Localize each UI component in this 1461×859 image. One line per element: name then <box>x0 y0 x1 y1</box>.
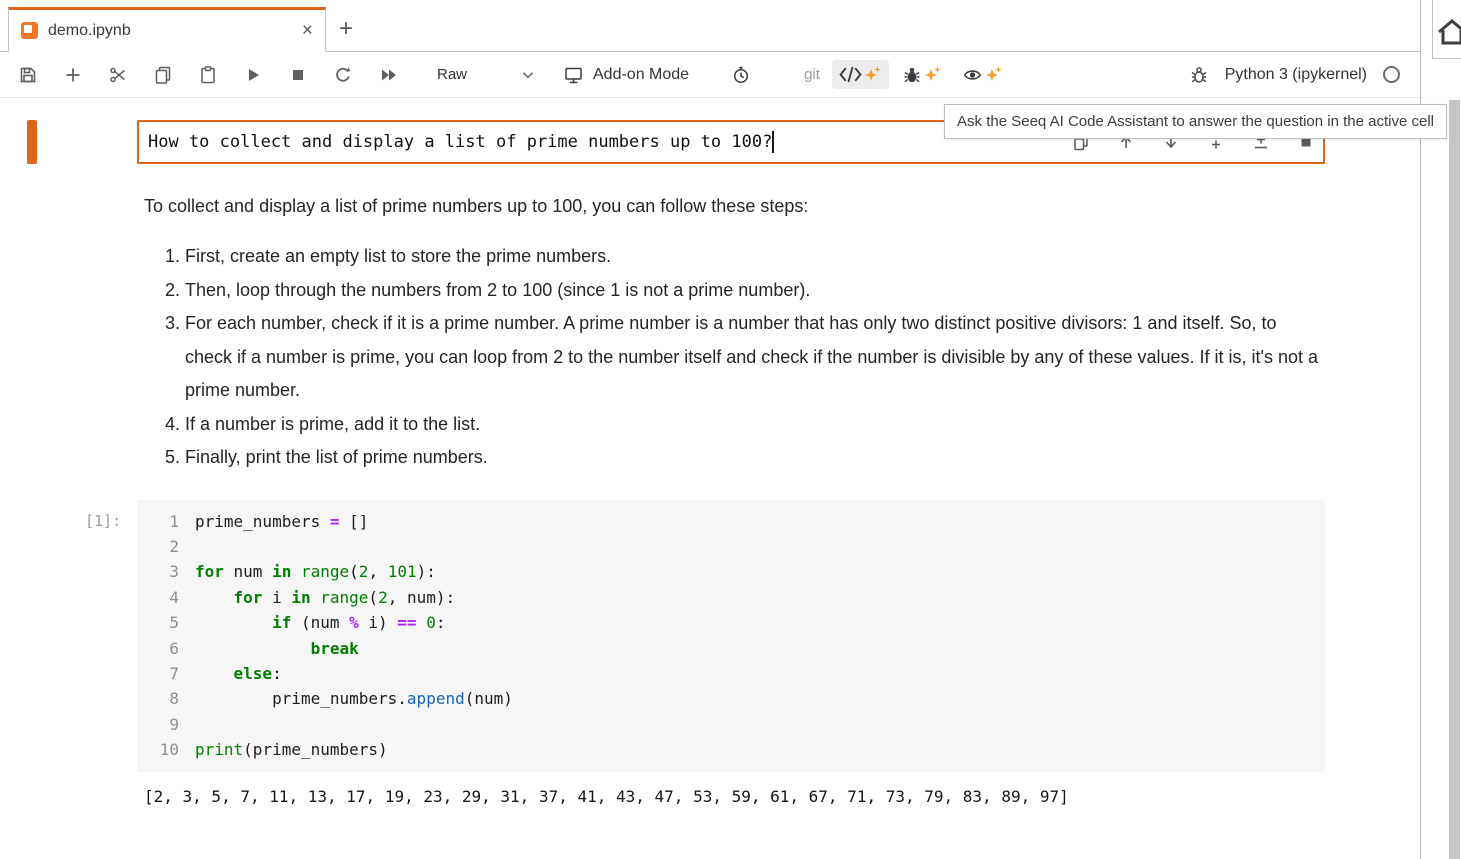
sparkle-icon <box>984 65 1003 83</box>
active-cell-text: How to collect and display a list of pri… <box>148 132 772 152</box>
code-cell-editor[interactable]: 1prime_numbers = []2 3for num in range(2… <box>137 500 1325 772</box>
collapsed-panel-button[interactable] <box>1432 0 1461 59</box>
notebook-file-icon <box>21 22 38 39</box>
new-tab-button[interactable]: + <box>326 7 366 51</box>
cell-type-dropdown[interactable]: Raw <box>427 60 543 90</box>
line-number: 2 <box>137 534 195 559</box>
line-number: 7 <box>137 661 195 686</box>
bug-icon <box>902 65 922 85</box>
md-step: If a number is prime, add it to the list… <box>185 408 1325 442</box>
md-step: For each number, check if it is a prime … <box>185 307 1325 408</box>
tab-bar: demo.ipynb × + <box>0 0 1420 52</box>
md-steps-list: First, create an empty list to store the… <box>144 240 1325 475</box>
code-line: 4 for i in range(2, num): <box>137 585 1325 610</box>
kernel-status-icon[interactable] <box>1383 66 1400 83</box>
ai-assistant-tooltip: Ask the Seeq AI Code Assistant to answer… <box>944 104 1447 139</box>
code-output: [2, 3, 5, 7, 11, 13, 17, 19, 23, 29, 31,… <box>144 787 1325 806</box>
cell-type-value: Raw <box>437 66 467 83</box>
code-line: 2 <box>137 534 1325 559</box>
text-cursor <box>772 131 774 153</box>
md-step: Finally, print the list of prime numbers… <box>185 441 1325 475</box>
code-line: 10print(prime_numbers) <box>137 737 1325 762</box>
code-line: 5 if (num % i) == 0: <box>137 610 1325 635</box>
ai-explain-button[interactable] <box>955 60 1010 90</box>
restart-run-all-icon[interactable] <box>376 63 400 87</box>
eye-icon <box>962 65 983 85</box>
paste-icon[interactable] <box>196 63 220 87</box>
ai-debug-button[interactable] <box>895 60 949 90</box>
schedule-icon[interactable] <box>729 63 753 87</box>
code-line: 1prime_numbers = [] <box>137 509 1325 534</box>
line-number: 3 <box>137 559 195 584</box>
ai-assistant-group <box>832 60 1010 90</box>
cell-collapser[interactable] <box>27 120 37 164</box>
line-number: 4 <box>137 585 195 610</box>
home-icon <box>1436 17 1461 47</box>
code-icon <box>839 65 862 84</box>
code-line: 8 prime_numbers.append(num) <box>137 686 1325 711</box>
addon-mode-button[interactable]: Add-on Mode <box>563 65 689 85</box>
tab-demo-ipynb[interactable]: demo.ipynb × <box>8 7 326 52</box>
code-line: 9 <box>137 712 1325 737</box>
save-icon[interactable] <box>16 63 40 87</box>
line-number: 5 <box>137 610 195 635</box>
debugger-bug-icon[interactable] <box>1187 63 1211 87</box>
kernel-name[interactable]: Python 3 (ipykernel) <box>1225 66 1367 84</box>
notebook-toolbar: Raw Add-on Mode git <box>0 52 1420 98</box>
execution-count: [1]: <box>85 500 137 772</box>
code-line: 6 break <box>137 636 1325 661</box>
line-number: 9 <box>137 712 195 737</box>
md-step: First, create an empty list to store the… <box>185 240 1325 274</box>
code-line: 3for num in range(2, 101): <box>137 559 1325 584</box>
line-number: 10 <box>137 737 195 762</box>
line-number: 1 <box>137 509 195 534</box>
md-intro: To collect and display a list of prime n… <box>144 190 1325 223</box>
interrupt-kernel-icon[interactable] <box>286 63 310 87</box>
run-icon[interactable] <box>241 63 265 87</box>
sparkle-icon <box>863 65 882 83</box>
code-line: 7 else: <box>137 661 1325 686</box>
code-cell: [1]: 1prime_numbers = []2 3for num in ra… <box>85 500 1325 772</box>
restart-kernel-icon[interactable] <box>331 63 355 87</box>
insert-cell-icon[interactable] <box>61 63 85 87</box>
cut-icon[interactable] <box>106 63 130 87</box>
addon-mode-label: Add-on Mode <box>593 66 689 84</box>
monitor-icon <box>563 65 584 85</box>
line-number: 8 <box>137 686 195 711</box>
chevron-down-icon <box>519 66 537 84</box>
tab-close-icon[interactable]: × <box>302 21 313 40</box>
line-number: 6 <box>137 636 195 661</box>
sparkle-icon <box>923 65 942 83</box>
vertical-scrollbar-thumb[interactable] <box>1449 100 1460 859</box>
tab-title: demo.ipynb <box>48 22 292 40</box>
copy-icon[interactable] <box>151 63 175 87</box>
markdown-output: To collect and display a list of prime n… <box>144 190 1325 475</box>
md-step: Then, loop through the numbers from 2 to… <box>185 274 1325 308</box>
ai-code-assistant-button[interactable] <box>832 60 889 89</box>
git-label: git <box>804 66 820 83</box>
